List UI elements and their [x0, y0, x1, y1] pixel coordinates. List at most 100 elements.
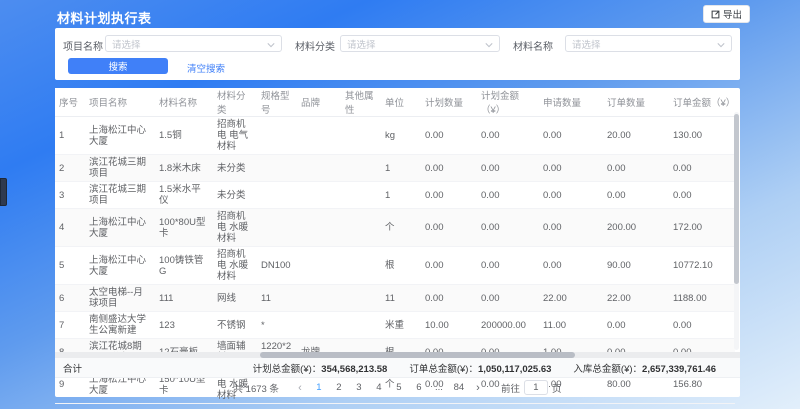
- search-button[interactable]: 搜索: [68, 58, 168, 74]
- cell: 3: [55, 182, 85, 209]
- cell: 1: [381, 155, 421, 182]
- page-number[interactable]: 2: [331, 382, 347, 393]
- column-header: 订单数量: [603, 88, 669, 117]
- cell: 0.00: [539, 209, 603, 247]
- drawer-handle[interactable]: [0, 178, 7, 206]
- export-icon: [711, 10, 720, 19]
- cell: 0.00: [421, 209, 477, 247]
- cell: 2: [55, 155, 85, 182]
- cell: 100*80U型卡: [155, 209, 213, 247]
- more-pages-icon[interactable]: ...: [431, 382, 447, 393]
- filter-label-material: 材料名称: [513, 38, 553, 53]
- cell: 4: [55, 209, 85, 247]
- cell: 0.00: [421, 155, 477, 182]
- cell: 0.00: [477, 182, 539, 209]
- cell: 6: [55, 285, 85, 312]
- cell: 172.00: [669, 209, 735, 247]
- page-number[interactable]: 5: [391, 382, 407, 393]
- inbound-total: 入库总金额(¥)：2,657,339,761.46: [573, 361, 716, 375]
- cell: [297, 285, 341, 312]
- cell: 未分类: [213, 155, 257, 182]
- cell: [257, 155, 297, 182]
- cell: [257, 182, 297, 209]
- cell: 滨江花城三期项目: [85, 155, 155, 182]
- cell: 0.00: [669, 182, 735, 209]
- project-name-placeholder: 请选择: [112, 37, 141, 51]
- cell: [297, 182, 341, 209]
- page-title: 材料计划执行表: [57, 8, 152, 27]
- order-total-value: 1,050,117,025.63: [478, 364, 551, 375]
- material-category-select[interactable]: 请选择: [340, 35, 500, 52]
- inbound-total-label: 入库总金额(¥)：: [573, 364, 642, 375]
- chevron-down-icon: [485, 35, 493, 53]
- material-name-select[interactable]: 请选择: [565, 35, 732, 52]
- cell: 111: [155, 285, 213, 312]
- goto-page-input[interactable]: [524, 380, 548, 395]
- table-row: 7南侧盛达大学生公寓新建123不锈钢*米重10.00200000.0011.00…: [55, 312, 735, 339]
- goto-prefix: 前往: [501, 381, 520, 395]
- cell: 上海松江中心大厦: [85, 209, 155, 247]
- pagination: 共 1673 条 ‹ 123456... 84 › 前往 页: [55, 378, 740, 397]
- cell: [341, 209, 381, 247]
- cell: 上海松江中心大厦: [85, 117, 155, 155]
- cell: 不锈钢: [213, 312, 257, 339]
- cell: 米重: [381, 312, 421, 339]
- column-header: 序号: [55, 88, 85, 117]
- cell: 0.00: [539, 182, 603, 209]
- cell: 0.00: [477, 117, 539, 155]
- column-header: 订单金额（¥）: [669, 88, 735, 117]
- order-total: 订单总金额(¥)：1,050,117,025.63: [409, 361, 551, 375]
- cell: 11: [257, 285, 297, 312]
- cell: 130.00: [669, 117, 735, 155]
- chevron-down-icon: [717, 35, 725, 53]
- cell: 0.00: [539, 155, 603, 182]
- plan-total: 计划总金额(¥)：354,568,213.58: [253, 361, 388, 375]
- cell: 20.00: [603, 117, 669, 155]
- page-number[interactable]: 4: [371, 382, 387, 393]
- cell: 个: [381, 209, 421, 247]
- clear-search-link[interactable]: 清空搜索: [187, 61, 225, 75]
- cell: *: [257, 312, 297, 339]
- order-total-label: 订单总金额(¥)：: [409, 364, 478, 375]
- cell: 11.00: [539, 312, 603, 339]
- cell: [297, 209, 341, 247]
- column-header: 材料分类: [213, 88, 257, 117]
- cell: 招商机电 电气材料: [213, 117, 257, 155]
- cell: 90.00: [603, 247, 669, 285]
- pagination-total: 共 1673 条: [234, 381, 279, 395]
- cell: 招商机电 水暖材料: [213, 209, 257, 247]
- cell: 0.00: [477, 155, 539, 182]
- export-label: 导出: [723, 7, 742, 21]
- cell: 11: [381, 285, 421, 312]
- goto-page: 前往 页: [501, 380, 562, 395]
- cell: DN100: [257, 247, 297, 285]
- cell: 1.8米木床: [155, 155, 213, 182]
- page-number[interactable]: 6: [411, 382, 427, 393]
- cell: 0.00: [669, 312, 735, 339]
- vertical-scrollbar[interactable]: [734, 112, 739, 350]
- cell: [341, 312, 381, 339]
- table-panel: 序号项目名称材料名称材料分类规格型号品牌其他属性单位计划数量计划金额（¥）申请数…: [55, 88, 740, 397]
- cell: 200000.00: [477, 312, 539, 339]
- cell: [257, 117, 297, 155]
- page-number[interactable]: 3: [351, 382, 367, 393]
- filter-label-category: 材料分类: [295, 38, 335, 53]
- cell: [297, 155, 341, 182]
- column-header: 计划数量: [421, 88, 477, 117]
- cell: 0.00: [669, 155, 735, 182]
- material-name-placeholder: 请选择: [572, 37, 601, 51]
- page-number[interactable]: 1: [311, 382, 327, 393]
- cell: 10.00: [421, 312, 477, 339]
- page-number[interactable]: 84: [451, 382, 467, 393]
- prev-page-icon[interactable]: ‹: [293, 381, 307, 395]
- chevron-down-icon: [267, 35, 275, 53]
- column-header: 材料名称: [155, 88, 213, 117]
- next-page-icon[interactable]: ›: [471, 381, 485, 395]
- column-header: 品牌: [297, 88, 341, 117]
- cell: 1: [381, 182, 421, 209]
- cell: 0.00: [477, 209, 539, 247]
- project-name-select[interactable]: 请选择: [105, 35, 282, 52]
- vertical-scrollbar-thumb[interactable]: [734, 114, 739, 284]
- cell: 1.5米水平仪: [155, 182, 213, 209]
- export-button[interactable]: 导出: [703, 5, 750, 23]
